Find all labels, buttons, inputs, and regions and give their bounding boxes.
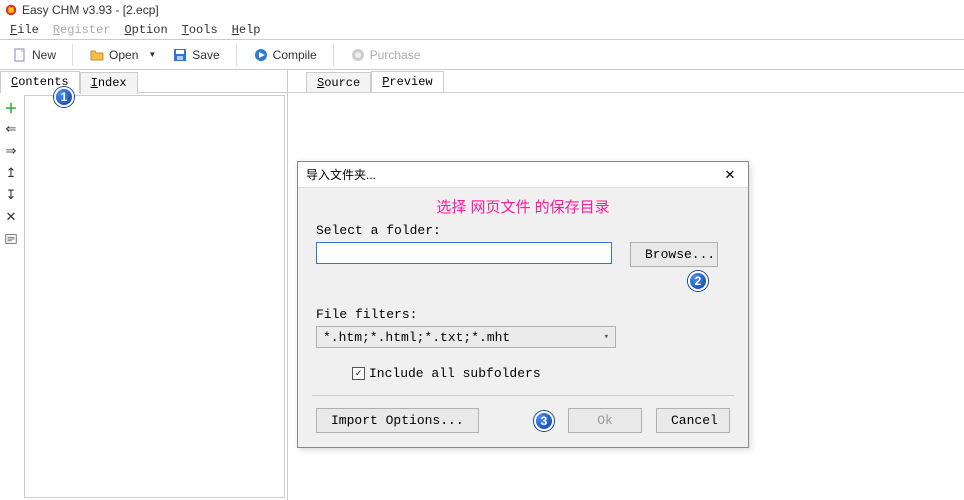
include-subfolders-checkbox[interactable]: ✓ [352,367,365,380]
properties-icon[interactable] [3,231,19,247]
open-icon [89,47,105,63]
save-icon [172,47,188,63]
file-filters-label: File filters: [316,307,730,322]
toolbar-separator [236,44,237,66]
badge-3: 3 [534,411,554,431]
toolbar: New 1 Open ▼ Save Compile Purchase [0,40,964,70]
add-icon[interactable]: ＋ [3,99,19,115]
browse-button[interactable]: Browse... [630,242,718,267]
menu-help[interactable]: Help [226,21,267,39]
open-button[interactable]: Open ▼ [81,44,164,66]
menubar: File Register Option Tools Help [0,20,964,40]
new-label: New [32,48,56,62]
compile-icon [253,47,269,63]
dialog-titlebar: 导入文件夹... ✕ [298,162,748,188]
open-label: Open [109,48,138,62]
menu-file[interactable]: File [4,21,45,39]
save-label: Save [192,48,219,62]
import-options-button[interactable]: Import Options... [316,408,479,433]
new-icon [12,47,28,63]
purchase-button[interactable]: Purchase [342,44,429,66]
titlebar: Easy CHM v3.93 - [2.ecp] [0,0,964,20]
dialog-body: 选择 网页文件 的保存目录 Select a folder: Browse...… [298,188,748,447]
left-content: ＋ ⇐ ⇒ ↥ ↧ ✕ [0,92,287,500]
cancel-button[interactable]: Cancel [656,408,730,433]
folder-input[interactable] [316,242,612,264]
arrow-left-icon[interactable]: ⇐ [3,121,19,137]
open-dropdown-caret[interactable]: ▼ [148,50,156,59]
divider [312,395,734,396]
arrow-right-icon[interactable]: ⇒ [3,143,19,159]
tab-preview[interactable]: Preview [371,71,443,93]
filter-value: *.htm;*.html;*.txt;*.mht [323,330,510,345]
select-folder-label: Select a folder: [316,223,730,238]
badge-2: 2 [688,271,708,291]
ok-button[interactable]: Ok [568,408,642,433]
left-pane: Contents Index ＋ ⇐ ⇒ ↥ ↧ ✕ [0,70,288,500]
toolbar-separator [333,44,334,66]
menu-register[interactable]: Register [47,21,117,39]
annotation-text: 选择 网页文件 的保存目录 [316,196,730,217]
toolbar-separator [72,44,73,66]
import-folder-dialog: 导入文件夹... ✕ 选择 网页文件 的保存目录 Select a folder… [297,161,749,448]
badge-1: 1 [54,87,74,107]
right-tabs: Source Preview [288,70,964,92]
compile-label: Compile [273,48,317,62]
window-title: Easy CHM v3.93 - [2.ecp] [22,3,159,17]
save-button[interactable]: Save [164,44,227,66]
dialog-title: 导入文件夹... [306,166,376,183]
close-icon[interactable]: ✕ [720,165,740,185]
filter-combo[interactable]: *.htm;*.html;*.txt;*.mht ▾ [316,326,616,348]
contents-tree[interactable] [24,95,285,498]
tab-index[interactable]: Index [80,72,138,94]
app-icon [4,3,18,17]
include-subfolders-label: Include all subfolders [369,366,541,381]
chevron-down-icon: ▾ [604,332,609,342]
menu-option[interactable]: Option [118,21,173,39]
purchase-icon [350,47,366,63]
compile-button[interactable]: Compile [245,44,325,66]
left-tabs: Contents Index [0,70,287,92]
left-toolbar: ＋ ⇐ ⇒ ↥ ↧ ✕ [0,93,22,500]
arrow-up-icon[interactable]: ↥ [3,165,19,181]
purchase-label: Purchase [370,48,421,62]
delete-icon[interactable]: ✕ [3,209,19,225]
tab-source[interactable]: Source [306,72,371,94]
menu-tools[interactable]: Tools [176,21,224,39]
arrow-down-icon[interactable]: ↧ [3,187,19,203]
new-button[interactable]: New [4,44,64,66]
